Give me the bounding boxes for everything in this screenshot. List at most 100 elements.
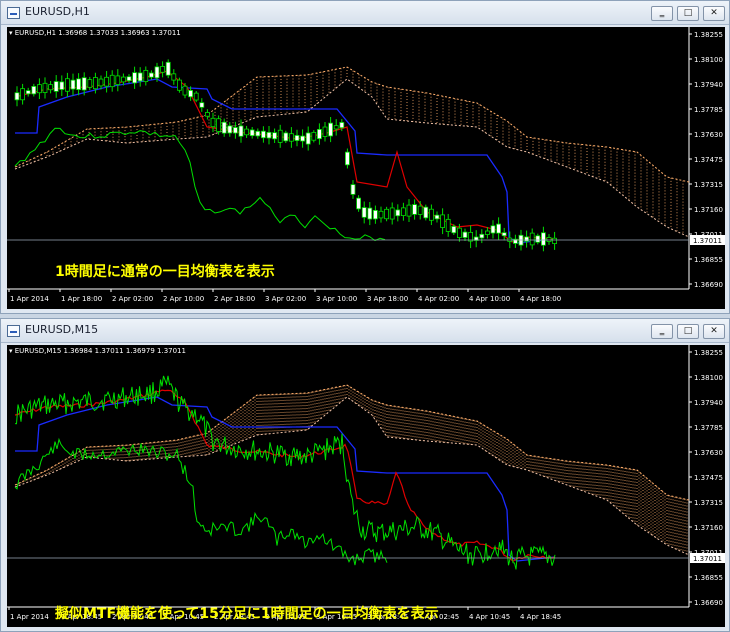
close-button[interactable]: ✕ bbox=[703, 6, 725, 21]
candle-body bbox=[288, 133, 294, 142]
window-title: EURUSD,M15 bbox=[25, 323, 99, 336]
candle-body bbox=[389, 207, 395, 220]
candle-body bbox=[434, 214, 440, 220]
candle-body bbox=[406, 204, 412, 217]
candle-body bbox=[31, 86, 37, 95]
time-axis-label: 2 Apr 10:00 bbox=[163, 295, 204, 303]
current-price-value: 1.37011 bbox=[693, 555, 722, 563]
window-title: EURUSD,H1 bbox=[25, 5, 90, 18]
time-axis-label: 3 Apr 18:00 bbox=[367, 295, 408, 303]
candle-body bbox=[160, 66, 166, 73]
price-axis-label: 1.38100 bbox=[694, 56, 723, 64]
candle-body bbox=[132, 72, 137, 84]
symbol-info: ▾ EURUSD,H1 1.36968 1.37033 1.36963 1.37… bbox=[9, 29, 181, 37]
price-axis-label: 1.37475 bbox=[694, 474, 723, 482]
price-axis-label: 1.37940 bbox=[694, 81, 723, 89]
minimize-button[interactable]: ‗ bbox=[651, 324, 673, 339]
candle-body bbox=[109, 74, 115, 88]
candle-body bbox=[428, 208, 434, 221]
chart-canvas[interactable]: 1.38255 1.38100 1.37940 1.37785 1.37630 1.374… bbox=[7, 345, 725, 627]
window-titlebar[interactable]: EURUSD,H1 ‗ □ ✕ bbox=[1, 1, 729, 25]
candle-body bbox=[148, 72, 154, 78]
candle-body bbox=[42, 82, 48, 93]
candle-body bbox=[121, 76, 126, 83]
candle-body bbox=[412, 204, 418, 215]
candle-body bbox=[266, 131, 272, 139]
candle-body bbox=[479, 233, 485, 239]
price-axis-label: 1.36690 bbox=[694, 281, 723, 289]
chart-annotation: 1時間足に通常の一目均衡表を表示 bbox=[55, 264, 275, 280]
candle-body bbox=[283, 132, 289, 142]
time-axis-label: 3 Apr 02:00 bbox=[265, 295, 306, 303]
candle-body bbox=[143, 69, 149, 83]
candle-body bbox=[115, 75, 121, 85]
price-axis-label: 1.36855 bbox=[694, 256, 723, 264]
price-axis-label: 1.38100 bbox=[694, 374, 723, 382]
candle-body bbox=[344, 151, 350, 166]
candle-body bbox=[126, 76, 132, 82]
time-axis-label: 1 Apr 2014 bbox=[10, 295, 49, 303]
candle-body bbox=[227, 125, 233, 134]
price-chart[interactable]: 1.38255 1.38100 1.37940 1.37785 1.37630 1.374… bbox=[7, 27, 725, 309]
chart-window-icon bbox=[7, 325, 20, 337]
price-axis-label: 1.37785 bbox=[694, 106, 723, 114]
time-axis-label: 4 Apr 18:45 bbox=[520, 613, 561, 621]
candle-body bbox=[65, 78, 70, 92]
close-button[interactable]: ✕ bbox=[703, 324, 725, 339]
candle-body bbox=[378, 210, 384, 219]
candle-body bbox=[541, 232, 546, 246]
chikou-span-line bbox=[14, 127, 386, 242]
candle-body bbox=[356, 197, 362, 210]
candle-body bbox=[210, 117, 216, 128]
candle-body bbox=[484, 230, 490, 235]
window-titlebar[interactable]: EURUSD,M15 ‗ □ ✕ bbox=[1, 319, 729, 343]
candle-body bbox=[59, 81, 65, 90]
candle-body bbox=[490, 225, 496, 234]
price-axis-label: 1.37475 bbox=[694, 156, 723, 164]
chart-window-m15[interactable]: EURUSD,M15 ‗ □ ✕ 1.38255 1.38100 1.37940 1.… bbox=[0, 318, 730, 632]
maximize-button[interactable]: □ bbox=[677, 6, 699, 21]
chikou-span-line bbox=[14, 437, 388, 566]
time-axis-label: 4 Apr 10:00 bbox=[469, 295, 510, 303]
candle-body bbox=[272, 132, 278, 140]
candle-body bbox=[188, 90, 194, 98]
candle-body bbox=[93, 77, 98, 90]
chart-annotation: 擬似MTF機能を使って15分足に1時間足の一目均衡表を表示 bbox=[55, 606, 439, 622]
chart-window-icon bbox=[7, 7, 20, 19]
candle-body bbox=[350, 184, 356, 195]
current-price-value: 1.37011 bbox=[693, 237, 722, 245]
price-chart[interactable]: 1.38255 1.38100 1.37940 1.37785 1.37630 1.374… bbox=[7, 345, 725, 627]
candle-body bbox=[440, 214, 446, 228]
candle-body bbox=[255, 130, 261, 137]
maximize-button[interactable]: □ bbox=[677, 324, 699, 339]
candle-body bbox=[361, 207, 367, 218]
senkou-span-b-line bbox=[14, 78, 690, 238]
candle-body bbox=[193, 92, 199, 101]
candle-body bbox=[328, 122, 334, 137]
candle-body bbox=[417, 205, 423, 215]
candle-body bbox=[277, 129, 283, 143]
candle-body bbox=[176, 79, 182, 91]
candle-body bbox=[294, 135, 300, 141]
price-axis-label: 1.37630 bbox=[694, 131, 723, 139]
candle-body bbox=[104, 76, 109, 87]
candle-body bbox=[154, 66, 160, 79]
symbol-info: ▾ EURUSD,M15 1.36984 1.37011 1.36979 1.3… bbox=[9, 347, 186, 355]
candle-body bbox=[462, 231, 468, 238]
candle-body bbox=[199, 102, 205, 108]
candle-body bbox=[496, 223, 502, 234]
candle-body bbox=[244, 128, 250, 136]
candle-body bbox=[546, 237, 552, 242]
candle-body bbox=[339, 122, 345, 129]
candle-body bbox=[316, 129, 322, 140]
candle-body bbox=[36, 84, 42, 94]
time-axis-label: 4 Apr 02:00 bbox=[418, 295, 459, 303]
minimize-button[interactable]: ‗ bbox=[651, 6, 673, 21]
candle-body bbox=[333, 125, 339, 130]
candle-body bbox=[384, 208, 390, 220]
candle-body bbox=[221, 121, 227, 134]
candle-body bbox=[81, 77, 87, 91]
candle-body bbox=[372, 210, 378, 220]
chart-window-h1[interactable]: EURUSD,H1 ‗ □ ✕ 1.38255 1.38100 1.37940 1.3… bbox=[0, 0, 730, 314]
candle-body bbox=[322, 126, 328, 137]
